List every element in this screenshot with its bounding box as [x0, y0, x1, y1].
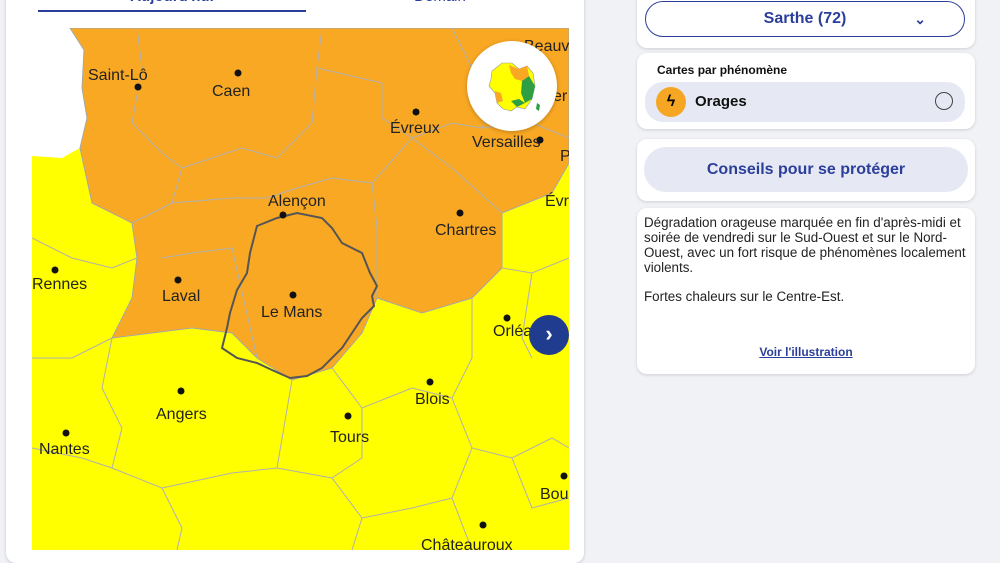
- city-marker: [134, 83, 142, 91]
- france-mini-map-icon: [488, 62, 540, 112]
- city-label: Laval: [162, 288, 200, 305]
- phenomenon-radio[interactable]: [935, 92, 953, 110]
- city-marker: [174, 276, 182, 284]
- bulletin-paragraph: Fortes chaleurs sur le Centre-Est.: [644, 289, 845, 304]
- city-marker: [456, 209, 464, 217]
- city-label: Nantes: [39, 441, 90, 458]
- advice-button[interactable]: Conseils pour se protéger: [644, 147, 968, 192]
- storm-icon: ϟ: [656, 87, 686, 117]
- sea-area: [32, 28, 87, 158]
- city-marker: [426, 378, 434, 386]
- city-label: Orléa: [493, 323, 532, 340]
- city-label: Saint-Lô: [88, 67, 148, 84]
- city-marker: [51, 266, 59, 274]
- city-marker: [412, 108, 420, 116]
- city-label-partial: Évr: [545, 191, 569, 210]
- phenomenon-label: Orages: [695, 93, 747, 110]
- advice-card: Conseils pour se protéger: [637, 139, 975, 201]
- city-marker: [234, 69, 242, 77]
- city-label: Chartres: [435, 222, 496, 239]
- city-label: Tours: [330, 429, 369, 446]
- phenomena-title: Cartes par phénomène: [657, 63, 788, 77]
- bulletin-card: Dégradation orageuse marquée en fin d'ap…: [637, 208, 975, 374]
- next-map-button[interactable]: ›: [529, 315, 569, 355]
- city-label-partial: P: [560, 148, 569, 165]
- chevron-down-icon: ⌄: [914, 11, 926, 27]
- tab-tomorrow[interactable]: Demain: [306, 0, 574, 10]
- tab-today[interactable]: Aujourd'hui: [38, 0, 306, 12]
- city-label: Caen: [212, 83, 250, 100]
- city-marker: [289, 291, 297, 299]
- city-marker: [62, 429, 70, 437]
- illustration-link[interactable]: Voir l'illustration: [637, 345, 975, 359]
- city-marker: [177, 387, 185, 395]
- city-label: Le Mans: [261, 304, 322, 321]
- city-marker: [560, 472, 568, 480]
- city-label: Versailles: [472, 134, 540, 151]
- phenomenon-item-orages[interactable]: ϟ Orages: [645, 82, 965, 122]
- city-marker: [344, 412, 352, 420]
- city-label: Angers: [156, 406, 207, 423]
- city-marker: [479, 521, 487, 529]
- department-select-value: Sarthe (72): [763, 10, 847, 27]
- city-marker: [279, 211, 287, 219]
- mini-map-button[interactable]: [467, 41, 557, 131]
- city-label: Évreux: [390, 118, 440, 137]
- bulletin-paragraph: Dégradation orageuse marquée en fin d'ap…: [644, 215, 966, 275]
- city-marker: [503, 314, 511, 322]
- city-label: Châteauroux: [421, 537, 513, 550]
- city-label: Rennes: [32, 276, 87, 293]
- phenomena-card: Cartes par phénomène ϟ Orages: [637, 53, 975, 129]
- chevron-right-icon: ›: [545, 321, 553, 346]
- department-select[interactable]: Sarthe (72) ⌄: [645, 1, 965, 37]
- city-label: Blois: [415, 391, 450, 408]
- department-card: Sarthe (72) ⌄: [637, 0, 975, 48]
- city-label: Bou: [540, 486, 568, 503]
- city-label: Alençon: [268, 193, 326, 210]
